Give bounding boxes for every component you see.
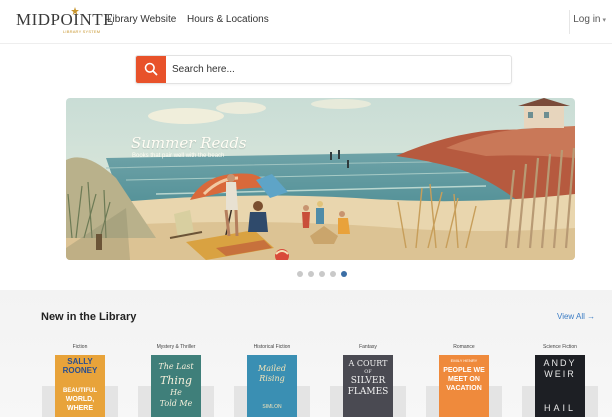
beach-illustration (66, 98, 575, 260)
book-cover-text: Mailed (258, 364, 286, 373)
book-cover-text: PEOPLE WE (443, 367, 485, 374)
search-bar (135, 55, 512, 84)
nav-hours-locations[interactable]: Hours & Locations (187, 14, 269, 25)
login-menu[interactable]: Log in ▾ (573, 14, 606, 25)
genre-label-historical-fiction: Historical Fiction (253, 344, 291, 350)
book-cover-text: ROONEY (62, 366, 98, 375)
book-cover-text: WORLD, (65, 396, 95, 403)
search-icon (144, 62, 158, 76)
book-cover-text: OF (364, 369, 372, 375)
chevron-down-icon: ▾ (602, 17, 606, 24)
search-button[interactable] (136, 56, 166, 83)
genre-label-fiction: Fiction (72, 344, 88, 350)
book-cover-text: BEAUTIFUL (63, 388, 97, 394)
book-cover-text: Thing (159, 374, 193, 387)
view-all-link[interactable]: View All → (557, 312, 595, 321)
book-cover-text: WHERE (66, 405, 94, 412)
genre-label-fantasy: Fantasy (359, 344, 377, 350)
book-cover-text: FLAMES (347, 387, 389, 397)
book-cover-people-we-meet[interactable]: EMILY HENRY PEOPLE WE MEET ON VACATION (439, 355, 489, 417)
book-cover-text: The Last (158, 362, 194, 371)
book-cover-text: MEET ON (448, 376, 480, 383)
book-cover-text: EMILY HENRY (450, 358, 478, 363)
carousel-dot-2[interactable] (308, 271, 314, 277)
carousel-dot-4[interactable] (330, 271, 336, 277)
nav-library-website[interactable]: Library Website (107, 14, 176, 25)
book-cover-text: SIMLON (262, 404, 282, 410)
logo-star-icon (71, 7, 79, 15)
top-navbar: MIDPOINTE LIBRARY SYSTEM Library Website… (0, 0, 612, 44)
genre-label-romance: Romance (453, 344, 475, 350)
book-cover-text: SILVER (350, 376, 386, 386)
midpointe-logo[interactable]: MIDPOINTE LIBRARY SYSTEM (16, 7, 114, 36)
book-cover-text: VACATION (446, 385, 482, 392)
book-cover-text: ANDY (543, 358, 577, 368)
book-cover-text: A COURT (348, 359, 388, 368)
book-cover-text: Told Me (159, 399, 193, 408)
genre-label-mystery-thriller: Mystery & Thriller (156, 344, 196, 350)
book-cover-beautiful-world[interactable]: SALLY ROONEY BEAUTIFUL WORLD, WHERE (55, 355, 105, 417)
divider (569, 10, 570, 34)
carousel-dot-5[interactable] (341, 271, 347, 277)
section-title: New in the Library (41, 311, 137, 323)
book-cover-hail[interactable]: ANDY WEIR HAIL (535, 355, 585, 417)
book-cover-text: He (170, 388, 182, 397)
book-cover-last-thing[interactable]: The Last Thing He Told Me (151, 355, 201, 417)
book-cover-text: Rising (259, 374, 285, 383)
genre-label-science-fiction: Science Fiction (543, 344, 577, 350)
book-cover-text: WEIR (544, 369, 576, 379)
logo-text: MIDPOINTE (16, 10, 114, 29)
carousel-dot-3[interactable] (319, 271, 325, 277)
book-cover-text: SALLY (67, 357, 93, 366)
banner-subtitle: Books that pair well with the beach (132, 153, 225, 159)
summer-reads-banner[interactable]: Summer Reads Books that pair well with t… (66, 98, 575, 260)
book-cover-historical[interactable]: Mailed Rising SIMLON (247, 355, 297, 417)
carousel-dot-1[interactable] (297, 271, 303, 277)
banner-title: Summer Reads (131, 134, 247, 152)
logo-subtext: LIBRARY SYSTEM (63, 29, 101, 34)
book-cover-court-silver-flames[interactable]: A COURT OF SILVER FLAMES (343, 355, 393, 417)
search-input[interactable] (172, 56, 507, 83)
login-label: Log in (573, 14, 601, 25)
book-cover-text: HAIL (543, 403, 576, 413)
